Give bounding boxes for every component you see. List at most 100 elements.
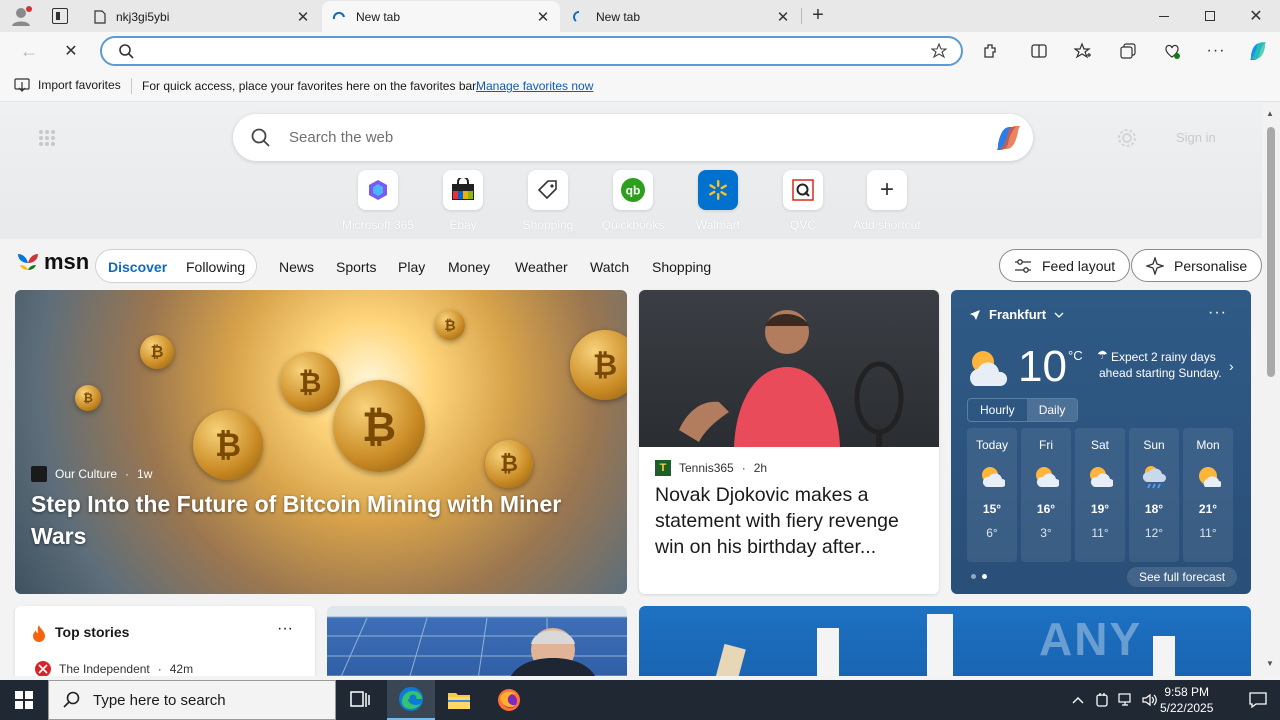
hero-headline[interactable]: Step Into the Future of Bitcoin Mining w… — [31, 488, 611, 552]
shortcut-add[interactable]: + Add shortcut — [847, 170, 927, 232]
following-tab[interactable]: Following — [186, 259, 245, 275]
carousel-dots[interactable] — [971, 574, 987, 579]
msn-nav: msn Discover Following News Sports Play … — [0, 240, 1262, 290]
edge-taskbar-button[interactable] — [387, 680, 435, 720]
start-button[interactable] — [0, 680, 48, 720]
tab-2[interactable]: New tab ✕ — [322, 1, 560, 32]
network-icon[interactable] — [1114, 680, 1138, 720]
close-window-button[interactable]: ✕ — [1233, 0, 1279, 32]
import-favorites-button[interactable]: Import favorites — [14, 78, 121, 92]
nav-shopping[interactable]: Shopping — [652, 259, 711, 275]
address-input[interactable] — [140, 42, 900, 60]
personalise-button[interactable]: Personalise — [1131, 249, 1262, 282]
nav-weather[interactable]: Weather — [515, 259, 568, 275]
sign-in-button[interactable]: Sign in — [1176, 130, 1216, 145]
top-stories-card[interactable]: Top stories ··· The Independent · 42m — [15, 606, 315, 676]
collections-icon[interactable] — [1113, 36, 1143, 66]
favorites-icon[interactable] — [1068, 36, 1098, 66]
promo-story-card[interactable]: ANY RUN — [639, 606, 1251, 676]
discover-tab[interactable]: Discover — [108, 259, 167, 275]
manage-favorites-link[interactable]: Manage favorites now — [476, 79, 593, 93]
forecast-day[interactable]: Sun 18° 12° — [1129, 428, 1179, 562]
address-bar[interactable] — [100, 36, 963, 66]
tab-1[interactable]: nkj3gi5ybi ✕ — [84, 1, 320, 32]
favorite-star-icon[interactable] — [931, 43, 947, 59]
stop-loading-button[interactable]: ✕ — [56, 36, 86, 66]
chevron-right-icon[interactable]: › — [1229, 358, 1234, 374]
forecast-day[interactable]: Today 15° 6° — [967, 428, 1017, 562]
scroll-up-icon[interactable]: ▲ — [1266, 109, 1274, 118]
weather-alert[interactable]: Expect 2 rainy days ahead starting Sunda… — [1099, 349, 1225, 381]
shortcut-ebay[interactable]: Ebay — [423, 170, 503, 232]
shortcut-quickbooks[interactable]: qb Quickbooks — [593, 170, 673, 232]
tab-3[interactable]: New tab ✕ — [562, 1, 800, 32]
shortcut-qvc[interactable]: QVC — [763, 170, 843, 232]
search-placeholder: Search the web — [289, 129, 394, 146]
hourly-tab[interactable]: Hourly — [968, 399, 1027, 421]
taskbar-search[interactable]: Type here to search — [48, 680, 336, 720]
web-search-box[interactable]: Search the web — [233, 114, 1033, 161]
close-tab-icon[interactable]: ✕ — [296, 8, 310, 26]
taskbar-clock[interactable]: 9:58 PM 5/22/2025 — [1160, 684, 1213, 716]
more-options-icon[interactable]: ··· — [1201, 36, 1231, 66]
scroll-down-icon[interactable]: ▼ — [1266, 659, 1274, 668]
msn-logo[interactable]: msn — [16, 249, 89, 275]
more-options-icon[interactable]: ··· — [1208, 304, 1227, 322]
tab-actions-icon[interactable] — [52, 8, 68, 24]
partly-sunny-icon — [1199, 467, 1221, 487]
restore-button[interactable] — [1187, 0, 1233, 32]
nav-news[interactable]: News — [279, 259, 314, 275]
close-tab-icon[interactable]: ✕ — [536, 8, 550, 26]
windows-logo-icon — [15, 691, 33, 709]
shortcut-walmart[interactable]: Walmart — [678, 170, 758, 232]
feed-layout-button[interactable]: Feed layout — [999, 249, 1131, 282]
scrollbar-thumb[interactable] — [1267, 127, 1275, 377]
firefox-button[interactable] — [485, 680, 533, 720]
page-scrollbar[interactable]: ▲ ▼ — [1262, 103, 1280, 676]
split-screen-icon[interactable] — [1024, 36, 1054, 66]
favorites-divider — [131, 78, 132, 94]
forecast-day[interactable]: Sat 19° 11° — [1075, 428, 1125, 562]
settings-gear-icon[interactable] — [1116, 127, 1138, 149]
copilot-icon[interactable] — [1243, 36, 1273, 66]
nav-watch[interactable]: Watch — [590, 259, 629, 275]
notifications-icon[interactable] — [1236, 680, 1280, 720]
solar-panel-story-card[interactable] — [327, 606, 627, 676]
nav-money[interactable]: Money — [448, 259, 490, 275]
file-explorer-button[interactable] — [435, 680, 483, 720]
feed-toggle: Discover Following — [95, 249, 257, 283]
minimize-button[interactable] — [1141, 0, 1187, 32]
nav-sports[interactable]: Sports — [336, 259, 376, 275]
volume-icon[interactable] — [1138, 680, 1162, 720]
app-launcher-icon[interactable] — [38, 129, 56, 147]
browser-essentials-icon[interactable] — [1157, 36, 1187, 66]
close-tab-icon[interactable]: ✕ — [776, 8, 790, 26]
location-selector[interactable]: Frankfurt — [969, 307, 1064, 322]
clock-date: 5/22/2025 — [1160, 701, 1214, 715]
news-card[interactable]: T Tennis365 · 2h Novak Djokovic makes a … — [639, 290, 939, 594]
nav-play[interactable]: Play — [398, 259, 425, 275]
task-view-button[interactable] — [336, 680, 384, 720]
device-icon[interactable] — [1090, 680, 1114, 720]
show-hidden-icons[interactable] — [1066, 680, 1090, 720]
browser-toolbar: ← ✕ ··· — [0, 32, 1280, 70]
shortcut-microsoft365[interactable]: Microsoft 365 — [338, 170, 418, 232]
chevron-down-icon — [1054, 312, 1064, 318]
hero-story-card[interactable]: ₿ ₿ ₿ ₿ ₿ ₿ ₿ ₿ Our Culture · 1w Step In… — [15, 290, 627, 594]
new-tab-button[interactable]: + — [806, 4, 830, 28]
daily-tab[interactable]: Daily — [1026, 399, 1078, 421]
profile-avatar[interactable] — [10, 5, 32, 27]
see-full-forecast-link[interactable]: See full forecast — [1127, 567, 1238, 587]
extensions-icon[interactable] — [976, 36, 1006, 66]
weather-card[interactable]: Frankfurt ··· 10 °C ☂ Expect 2 rainy day… — [951, 290, 1251, 594]
news-headline[interactable]: Novak Djokovic makes a statement with fi… — [655, 482, 927, 560]
shortcut-shopping[interactable]: Shopping — [508, 170, 588, 232]
back-button[interactable]: ← — [14, 36, 44, 66]
more-options-icon[interactable]: ··· — [277, 620, 293, 638]
copilot-icon[interactable] — [993, 124, 1023, 152]
temperature-unit[interactable]: °C — [1068, 348, 1083, 363]
forecast-day[interactable]: Fri 16° 3° — [1021, 428, 1071, 562]
forecast-day[interactable]: Mon 21° 11° — [1183, 428, 1233, 562]
bitcoin-coin-image: ₿ — [280, 352, 340, 412]
sliders-icon — [1015, 258, 1031, 273]
